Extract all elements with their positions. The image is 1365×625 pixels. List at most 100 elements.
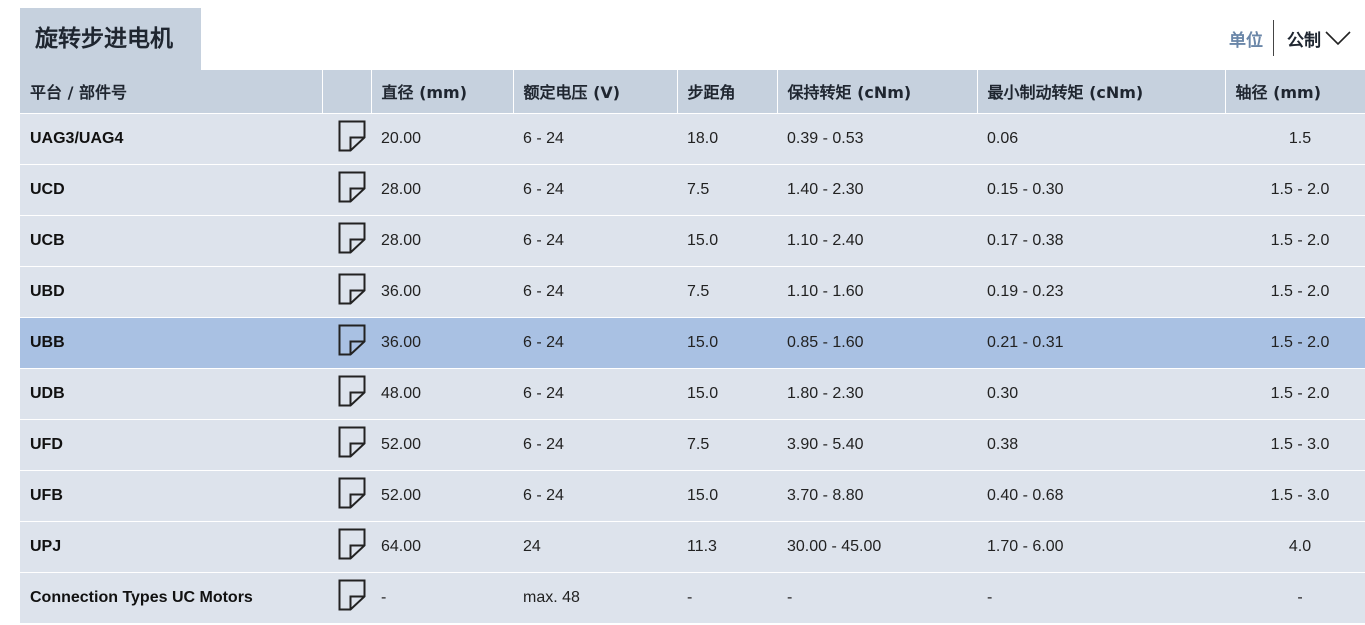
part-number-cell: UBD xyxy=(20,265,322,317)
part-number-cell: UDB xyxy=(20,367,322,419)
datasheet-cell xyxy=(322,367,371,419)
document-icon[interactable] xyxy=(338,324,366,361)
document-icon[interactable] xyxy=(338,120,366,157)
detent-torque-cell: - xyxy=(977,571,1225,623)
rated-voltage-cell: 24 xyxy=(513,520,677,572)
diameter-cell: 48.00 xyxy=(371,367,513,419)
units-divider xyxy=(1273,20,1274,56)
step-angle-cell: 15.0 xyxy=(677,367,777,419)
shaft-diameter-cell: 1.5 xyxy=(1225,112,1365,164)
datasheet-cell xyxy=(322,265,371,317)
detent-torque-cell: 0.15 - 0.30 xyxy=(977,163,1225,215)
units-label: 单位 xyxy=(1229,30,1263,51)
col-spec-icon xyxy=(322,70,372,113)
table-row[interactable]: UPJ 64.00 24 11.3 30.00 - 45.00 1.70 - 6.00 4.… xyxy=(20,520,1365,572)
document-icon[interactable] xyxy=(338,528,366,565)
shaft-diameter-cell: 1.5 - 2.0 xyxy=(1225,163,1365,215)
rated-voltage-cell: 6 - 24 xyxy=(513,418,677,470)
table-row[interactable]: UBD 36.00 6 - 24 7.5 1.10 - 1.60 0.19 - 0.23 1… xyxy=(20,265,1365,317)
holding-torque-cell: 3.90 - 5.40 xyxy=(777,418,977,470)
table-row[interactable]: UFD 52.00 6 - 24 7.5 3.90 - 5.40 0.38 1.5 - 3.… xyxy=(20,418,1365,470)
holding-torque-cell: 0.85 - 1.60 xyxy=(777,316,977,368)
chevron-down-icon xyxy=(1325,31,1351,46)
units-dropdown[interactable]: 公制 xyxy=(1287,26,1351,51)
diameter-cell: 36.00 xyxy=(371,316,513,368)
col-step-angle: 步距角 xyxy=(677,70,778,113)
table-row[interactable]: UFB 52.00 6 - 24 15.0 3.70 - 8.80 0.40 - 0.68… xyxy=(20,469,1365,521)
detent-torque-cell: 0.06 xyxy=(977,112,1225,164)
stepper-motor-page: 旋转步进电机 单位 公制 平台 / 部件号 直径 (mm) 额定电压 (V) 步距角保… xyxy=(0,0,1365,625)
part-number-cell: UFB xyxy=(20,469,322,521)
part-number-cell: UPJ xyxy=(20,520,322,572)
document-icon[interactable] xyxy=(338,579,366,616)
shaft-diameter-cell: 1.5 - 2.0 xyxy=(1225,214,1365,266)
datasheet-cell xyxy=(322,418,371,470)
col-rated-voltage: 额定电压 (V) xyxy=(513,70,678,113)
col-detent-torque: 最小制动转矩 (cNm) xyxy=(977,70,1226,113)
document-icon[interactable] xyxy=(338,222,366,259)
rated-voltage-cell: 6 - 24 xyxy=(513,163,677,215)
step-angle-cell: 7.5 xyxy=(677,163,777,215)
diameter-cell: - xyxy=(371,571,513,623)
rated-voltage-cell: 6 - 24 xyxy=(513,316,677,368)
diameter-cell: 52.00 xyxy=(371,418,513,470)
rated-voltage-cell: max. 48 xyxy=(513,571,677,623)
holding-torque-cell: - xyxy=(777,571,977,623)
units-control: 单位 公制 xyxy=(1229,20,1351,56)
table-row[interactable]: UCD 28.00 6 - 24 7.5 1.40 - 2.30 0.15 - 0.30 1… xyxy=(20,163,1365,215)
holding-torque-cell: 1.10 - 1.60 xyxy=(777,265,977,317)
diameter-cell: 64.00 xyxy=(371,520,513,572)
units-value: 公制 xyxy=(1287,30,1321,51)
datasheet-cell xyxy=(322,163,371,215)
shaft-diameter-cell: 4.0 xyxy=(1225,520,1365,572)
col-holding-torque: 保持转矩 (cNm) xyxy=(777,70,978,113)
diameter-cell: 20.00 xyxy=(371,112,513,164)
document-icon[interactable] xyxy=(338,273,366,310)
step-angle-cell: 15.0 xyxy=(677,469,777,521)
step-angle-cell: 7.5 xyxy=(677,265,777,317)
holding-torque-cell: 30.00 - 45.00 xyxy=(777,520,977,572)
table-row[interactable]: UCB 28.00 6 - 24 15.0 1.10 - 2.40 0.17 - 0.38… xyxy=(20,214,1365,266)
document-icon[interactable] xyxy=(338,375,366,412)
shaft-diameter-cell: 1.5 - 2.0 xyxy=(1225,367,1365,419)
part-number-cell: UBB xyxy=(20,316,322,368)
document-icon[interactable] xyxy=(338,426,366,463)
detent-torque-cell: 0.38 xyxy=(977,418,1225,470)
part-number-cell: UAG3/UAG4 xyxy=(20,112,322,164)
detent-torque-cell: 0.40 - 0.68 xyxy=(977,469,1225,521)
detent-torque-cell: 1.70 - 6.00 xyxy=(977,520,1225,572)
rated-voltage-cell: 6 - 24 xyxy=(513,112,677,164)
table-row[interactable]: UDB 48.00 6 - 24 15.0 1.80 - 2.30 0.30 1.5 - 2… xyxy=(20,367,1365,419)
table-row[interactable]: UBB 36.00 6 - 24 15.0 0.85 - 1.60 0.21 - 0.31… xyxy=(20,316,1365,368)
datasheet-cell xyxy=(322,520,371,572)
detent-torque-cell: 0.19 - 0.23 xyxy=(977,265,1225,317)
page-title: 旋转步进电机 xyxy=(20,8,201,70)
table-row[interactable]: Connection Types UC Motors - max. 48- - - - xyxy=(20,571,1365,623)
datasheet-cell xyxy=(322,112,371,164)
col-shaft-diameter: 轴径 (mm) xyxy=(1225,70,1365,113)
detent-torque-cell: 0.17 - 0.38 xyxy=(977,214,1225,266)
document-icon[interactable] xyxy=(338,477,366,514)
part-number-cell: Connection Types UC Motors xyxy=(20,571,322,623)
col-part-number: 平台 / 部件号 xyxy=(20,70,323,113)
part-number-cell: UCB xyxy=(20,214,322,266)
table-row[interactable]: UAG3/UAG4 20.00 6 - 24 18.0 0.39 - 0.53 0.06 1… xyxy=(20,112,1365,164)
rated-voltage-cell: 6 - 24 xyxy=(513,367,677,419)
shaft-diameter-cell: - xyxy=(1225,571,1365,623)
shaft-diameter-cell: 1.5 - 3.0 xyxy=(1225,469,1365,521)
datasheet-cell xyxy=(322,571,371,623)
part-number-cell: UCD xyxy=(20,163,322,215)
datasheet-cell xyxy=(322,469,371,521)
document-icon[interactable] xyxy=(338,171,366,208)
holding-torque-cell: 1.40 - 2.30 xyxy=(777,163,977,215)
table-body: UAG3/UAG4 20.00 6 - 24 18.0 0.39 - 0.53 0.06 1… xyxy=(20,112,1365,623)
rated-voltage-cell: 6 - 24 xyxy=(513,214,677,266)
step-angle-cell: 15.0 xyxy=(677,316,777,368)
detent-torque-cell: 0.21 - 0.31 xyxy=(977,316,1225,368)
shaft-diameter-cell: 1.5 - 2.0 xyxy=(1225,316,1365,368)
diameter-cell: 36.00 xyxy=(371,265,513,317)
holding-torque-cell: 0.39 - 0.53 xyxy=(777,112,977,164)
shaft-diameter-cell: 1.5 - 3.0 xyxy=(1225,418,1365,470)
part-number-cell: UFD xyxy=(20,418,322,470)
detent-torque-cell: 0.30 xyxy=(977,367,1225,419)
